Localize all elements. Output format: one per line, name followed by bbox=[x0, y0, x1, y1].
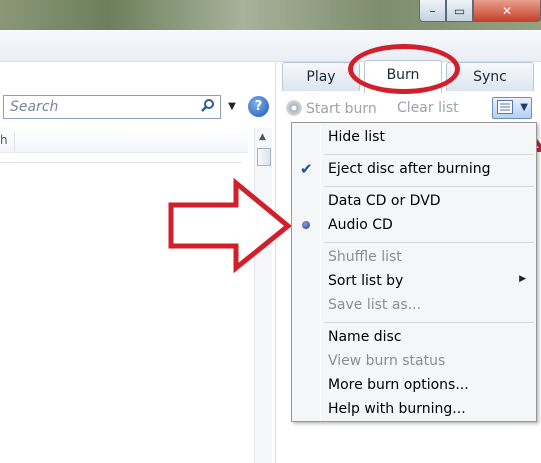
menu-item-help-with-burning[interactable]: Help with burning... bbox=[328, 398, 466, 420]
menu-item-more-burn-options[interactable]: More burn options... bbox=[328, 374, 469, 396]
row-divider bbox=[0, 162, 242, 163]
list-options-icon bbox=[497, 100, 513, 114]
checkmark-icon: ✔ bbox=[300, 160, 313, 178]
menu-item-hide-list[interactable]: Hide list bbox=[328, 126, 385, 148]
menu-item-eject-disc[interactable]: Eject disc after burning bbox=[328, 158, 491, 180]
menu-item-view-burn-status: View burn status bbox=[328, 353, 446, 369]
menu-item-save-list-as: Save list as... bbox=[328, 297, 422, 313]
menu-separator bbox=[324, 242, 534, 243]
column-header-label: h bbox=[0, 133, 8, 147]
annotation-ellipse bbox=[348, 44, 460, 94]
close-button[interactable]: ✕ bbox=[473, 0, 541, 22]
maximize-button[interactable]: ▭ bbox=[446, 0, 473, 22]
minimize-button[interactable]: – bbox=[419, 0, 446, 22]
search-dropdown-icon[interactable]: ▼ bbox=[223, 98, 241, 116]
radio-selected-icon bbox=[302, 221, 310, 229]
menu-gutter bbox=[320, 125, 321, 419]
library-scrollbar[interactable]: ▲ bbox=[254, 128, 272, 463]
search-placeholder: Search bbox=[10, 99, 59, 115]
clear-list-button[interactable]: Clear list bbox=[397, 100, 459, 116]
menu-item-shuffle-list: Shuffle list bbox=[328, 249, 402, 265]
scroll-up-icon[interactable]: ▲ bbox=[259, 132, 266, 142]
window-controls: – ▭ ✕ bbox=[419, 0, 541, 22]
scrollbar-thumb[interactable] bbox=[257, 148, 271, 166]
menu-item-data-cd[interactable]: Data CD or DVD bbox=[328, 190, 441, 212]
start-burn-label: Start burn bbox=[306, 101, 377, 117]
start-burn-button[interactable]: Start burn bbox=[286, 100, 377, 117]
search-input[interactable]: Search bbox=[3, 95, 221, 119]
menu-separator bbox=[324, 186, 534, 187]
toolbar-band bbox=[0, 30, 541, 62]
disc-icon bbox=[286, 100, 302, 116]
list-options-button[interactable]: ▼ bbox=[492, 97, 532, 119]
menu-separator bbox=[324, 154, 534, 155]
library-pane: Search ▼ ? h ▲ bbox=[0, 62, 275, 463]
chevron-down-icon: ▼ bbox=[520, 102, 528, 113]
title-bar: – ▭ ✕ bbox=[0, 0, 541, 30]
column-header[interactable]: h bbox=[0, 129, 248, 153]
help-icon[interactable]: ? bbox=[248, 96, 269, 117]
burn-options-menu: Hide list ✔ Eject disc after burning Dat… bbox=[291, 122, 537, 422]
menu-item-name-disc[interactable]: Name disc bbox=[328, 326, 402, 348]
column-divider bbox=[14, 131, 15, 151]
menu-item-sort-list-by[interactable]: Sort list by bbox=[328, 270, 403, 292]
submenu-arrow-icon: ▶ bbox=[519, 274, 526, 284]
menu-separator bbox=[324, 322, 534, 323]
menu-item-audio-cd[interactable]: Audio CD bbox=[328, 214, 393, 236]
search-icon[interactable] bbox=[199, 98, 217, 116]
